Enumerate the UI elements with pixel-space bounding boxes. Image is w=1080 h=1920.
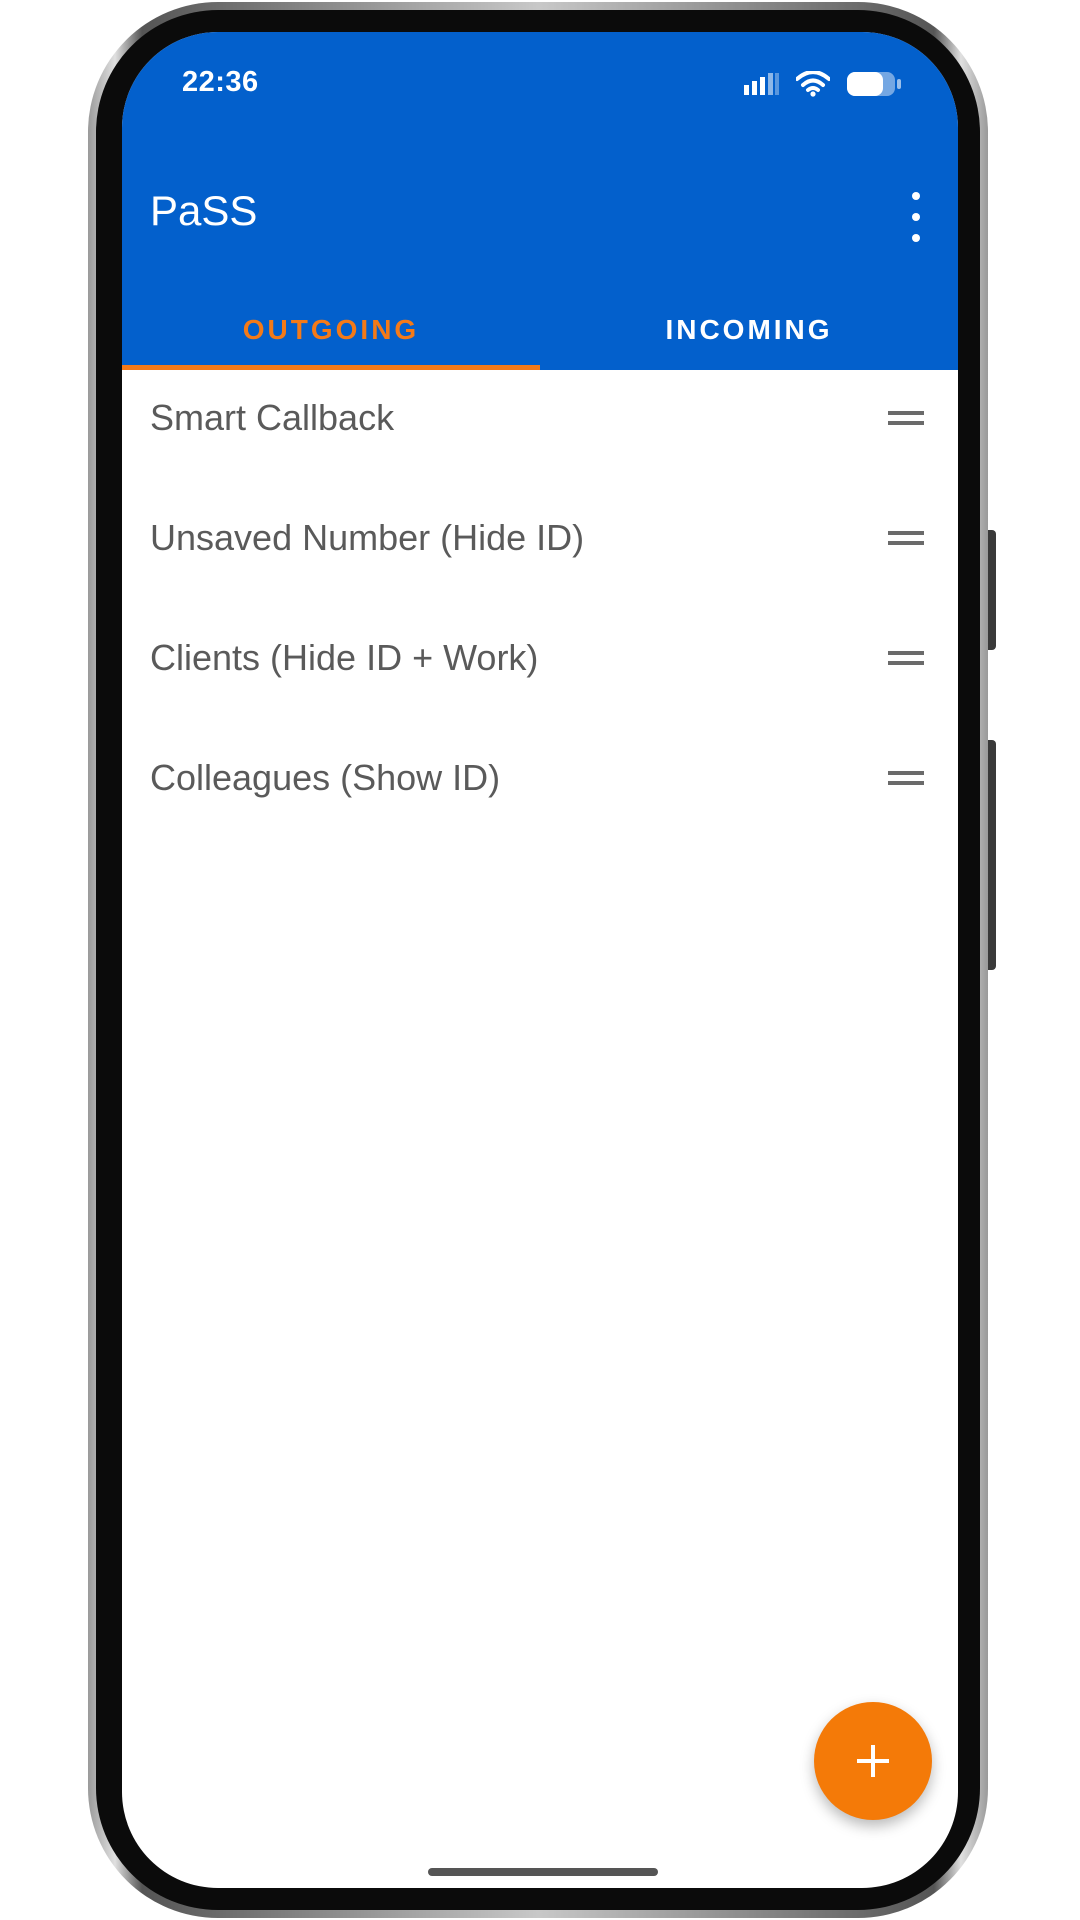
drag-handle-icon[interactable]	[888, 771, 924, 785]
battery-icon	[847, 72, 901, 96]
plus-icon	[857, 1745, 889, 1777]
signal-icon	[744, 73, 779, 95]
phone-screen: 22:36 PaSS OUTGOING INCOMING Smart Callb…	[122, 32, 958, 1888]
more-vert-dot	[912, 234, 920, 242]
tab-bar: OUTGOING INCOMING	[122, 300, 958, 370]
power-button	[988, 740, 996, 970]
tab-outgoing-label: OUTGOING	[242, 314, 420, 345]
list-item[interactable]: Unsaved Number (Hide ID)	[122, 490, 958, 610]
drag-handle-icon[interactable]	[888, 531, 924, 545]
volume-button	[988, 530, 996, 650]
status-time: 22:36	[182, 66, 259, 98]
status-icons	[744, 70, 902, 98]
tab-incoming[interactable]: INCOMING	[540, 300, 958, 370]
list-item[interactable]: Clients (Hide ID + Work)	[122, 610, 958, 730]
more-vert-icon	[912, 192, 920, 200]
drag-handle-icon[interactable]	[888, 411, 924, 425]
app-bar: 22:36 PaSS OUTGOING INCOMING	[122, 32, 958, 370]
more-vert-dot	[912, 213, 920, 221]
list-item-label: Colleagues (Show ID)	[150, 757, 501, 798]
tab-incoming-label: INCOMING	[665, 314, 833, 345]
more-options-button[interactable]	[896, 192, 936, 242]
app-title: PaSS	[150, 187, 258, 234]
wifi-icon	[796, 71, 830, 97]
list-item-label: Clients (Hide ID + Work)	[150, 637, 539, 678]
profile-list: Smart Callback Unsaved Number (Hide ID) …	[122, 370, 958, 850]
add-button[interactable]	[814, 1702, 932, 1820]
home-indicator[interactable]	[428, 1868, 658, 1876]
list-item[interactable]: Colleagues (Show ID)	[122, 730, 958, 850]
list-item[interactable]: Smart Callback	[122, 370, 958, 490]
tab-outgoing[interactable]: OUTGOING	[122, 300, 540, 370]
drag-handle-icon[interactable]	[888, 651, 924, 665]
list-item-label: Unsaved Number (Hide ID)	[150, 517, 585, 558]
list-item-label: Smart Callback	[150, 397, 395, 438]
